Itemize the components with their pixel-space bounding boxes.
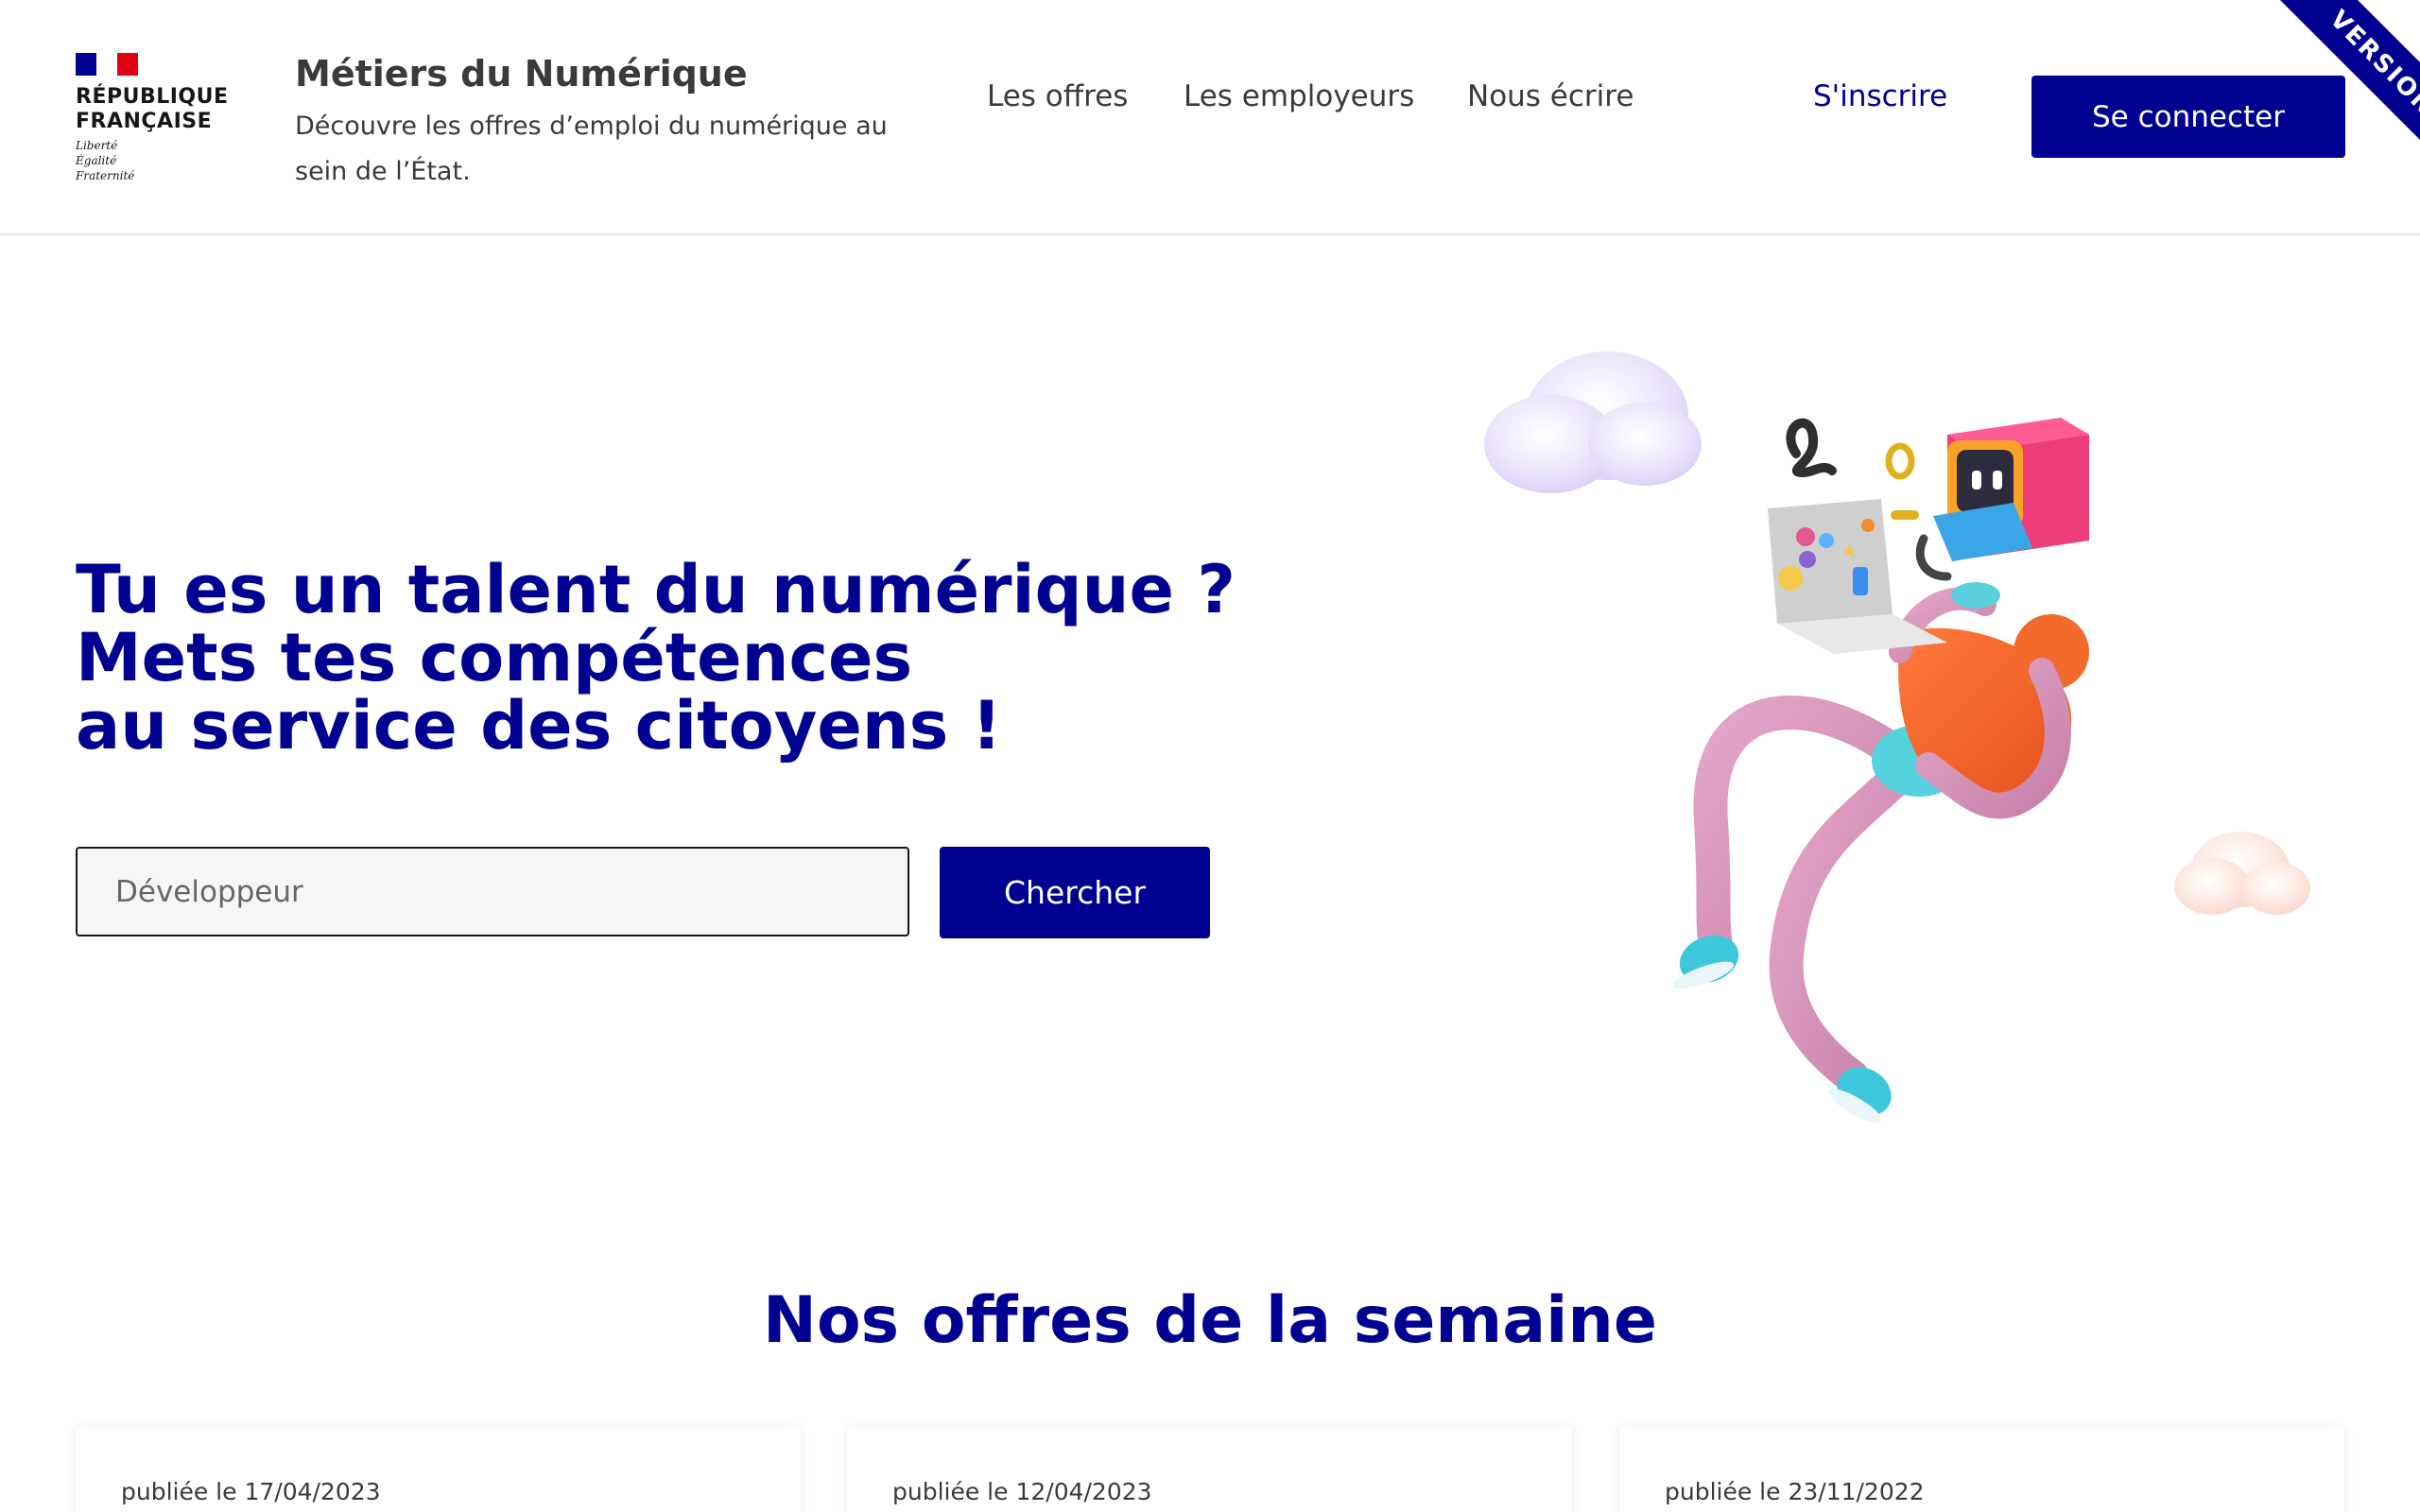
shoe-left bbox=[1672, 935, 1739, 989]
offer-card[interactable]: publiée le 17/04/2023 bbox=[76, 1427, 801, 1512]
motto-line: Liberté bbox=[76, 139, 118, 152]
offers-section-title: Nos offres de la semaine bbox=[763, 1283, 1657, 1358]
offer-card[interactable]: publiée le 12/04/2023 bbox=[847, 1427, 1572, 1512]
laptop bbox=[1768, 499, 1947, 654]
site-tagline: Découvre les offres d’emploi du numériqu… bbox=[295, 112, 888, 186]
nav-link-employeurs[interactable]: Les employeurs bbox=[1184, 79, 1414, 113]
motto-line: Fraternité bbox=[76, 169, 135, 182]
signup-link[interactable]: S'inscrire bbox=[1813, 79, 1947, 113]
logo-line: Française bbox=[76, 110, 213, 133]
hero-title: Tu es un talent du numérique ? Mets tes … bbox=[76, 556, 1305, 760]
hero-title-line: Mets tes compétences bbox=[76, 619, 913, 696]
cloud-top bbox=[1484, 352, 1702, 493]
character-with-laptop-icon bbox=[1484, 352, 2310, 1123]
offer-card[interactable]: publiée le 23/11/2022 bbox=[1619, 1427, 2344, 1512]
monitor-head bbox=[1933, 418, 2089, 561]
republique-francaise-logo[interactable]: République Française Liberté Égalité Fra… bbox=[76, 53, 229, 185]
login-button[interactable]: Se connecter bbox=[2031, 76, 2345, 158]
site-title[interactable]: Métiers du Numérique bbox=[295, 53, 748, 94]
offer-date: publiée le 23/11/2022 bbox=[1665, 1478, 1925, 1505]
search-button[interactable]: Chercher bbox=[940, 847, 1210, 938]
cloud-right bbox=[2174, 832, 2310, 915]
nav-link-offres[interactable]: Les offres bbox=[987, 79, 1128, 113]
logo-motto: Liberté Égalité Fraternité bbox=[76, 138, 227, 183]
nav-link-nous-ecrire[interactable]: Nous écrire bbox=[1467, 79, 1634, 113]
offer-date: publiée le 17/04/2023 bbox=[121, 1478, 381, 1505]
motto-line: Égalité bbox=[76, 154, 117, 167]
site-header: République Française Liberté Égalité Fra… bbox=[0, 0, 2420, 235]
french-flag-icon bbox=[76, 53, 138, 76]
offer-date: publiée le 12/04/2023 bbox=[892, 1478, 1152, 1505]
page: République Française Liberté Égalité Fra… bbox=[0, 0, 2420, 1512]
hero-title-line: Tu es un talent du numérique ? bbox=[76, 551, 1236, 628]
logo-line: République bbox=[76, 85, 229, 109]
hero-title-line: au service des citoyens ! bbox=[76, 687, 1002, 765]
logo-name: République Française bbox=[76, 85, 229, 134]
job-search-input[interactable] bbox=[76, 847, 909, 936]
